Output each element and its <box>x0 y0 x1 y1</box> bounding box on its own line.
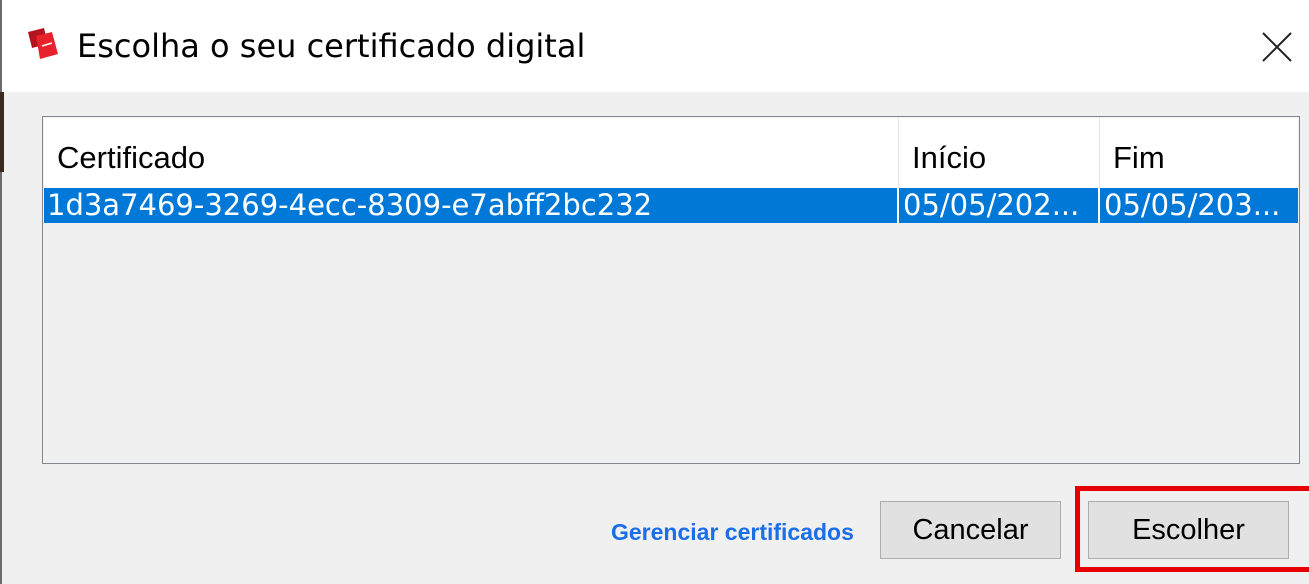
cancel-button[interactable]: Cancelar <box>880 501 1061 559</box>
manage-certificates-link[interactable]: Gerenciar certificados <box>611 512 854 552</box>
table-body[interactable]: 1d3a7469-3269-4ecc-8309-e7abff2bc232 05/… <box>44 188 1298 463</box>
table-row-selected[interactable]: 1d3a7469-3269-4ecc-8309-e7abff2bc232 05/… <box>44 188 1298 223</box>
column-header-fim[interactable]: Fim <box>1100 118 1298 188</box>
pdf-app-icon <box>22 26 62 62</box>
title-bar: Escolha o seu certificado digital <box>2 0 1309 92</box>
cell-certificate: 1d3a7469-3269-4ecc-8309-e7abff2bc232 <box>44 188 899 223</box>
cell-end-date: 05/05/203... <box>1104 188 1281 222</box>
certificate-dialog: Escolha o seu certificado digital Certif… <box>0 0 1309 584</box>
cell-start-date: 05/05/202... <box>899 188 1100 223</box>
choose-button[interactable]: Escolher <box>1088 501 1289 559</box>
table-header: Certificado Início Fim <box>44 118 1298 188</box>
background-window-edge <box>0 92 4 172</box>
certificate-table[interactable]: Certificado Início Fim 1d3a7469-3269-4ec… <box>42 116 1300 464</box>
column-header-certificado[interactable]: Certificado <box>44 118 899 188</box>
close-icon[interactable] <box>1254 24 1300 70</box>
dialog-title: Escolha o seu certificado digital <box>77 27 586 65</box>
column-header-inicio[interactable]: Início <box>899 118 1100 188</box>
